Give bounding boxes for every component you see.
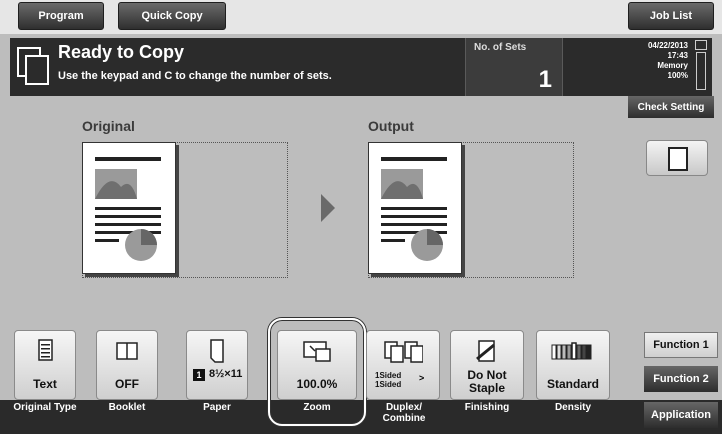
zoom-button[interactable]: 100.0% bbox=[277, 330, 357, 400]
top-bar: Program Quick Copy Job List bbox=[0, 0, 722, 34]
quick-copy-button[interactable]: Quick Copy bbox=[118, 2, 226, 30]
program-button[interactable]: Program bbox=[18, 2, 104, 30]
status-bar: Ready to Copy Use the keypad and C to ch… bbox=[10, 38, 712, 96]
original-type-button[interactable]: Text bbox=[14, 330, 76, 400]
duplex-arrow-icon: > bbox=[419, 373, 425, 383]
application-tab[interactable]: Application bbox=[644, 402, 718, 428]
function-1-tab[interactable]: Function 1 bbox=[644, 332, 718, 358]
date-text: 04/22/2013 bbox=[647, 41, 688, 50]
output-arrow-icon bbox=[321, 194, 335, 222]
staple-icon bbox=[476, 340, 495, 362]
output-label: Output bbox=[368, 118, 414, 134]
job-list-button[interactable]: Job List bbox=[628, 2, 714, 30]
booklet-button[interactable]: OFF bbox=[96, 330, 158, 400]
page-content-icon bbox=[95, 157, 161, 261]
original-page-preview bbox=[82, 142, 176, 274]
paper-icon bbox=[210, 339, 224, 363]
status-title: Ready to Copy bbox=[58, 42, 185, 62]
memory-label: Memory bbox=[657, 61, 688, 70]
booklet-caption: Booklet bbox=[108, 402, 146, 413]
page-icon bbox=[668, 147, 688, 171]
duplex-output-value: 1Sided bbox=[375, 380, 402, 389]
time-text: 17:43 bbox=[667, 51, 688, 60]
text-document-icon bbox=[38, 339, 53, 361]
booklet-icon bbox=[116, 342, 138, 360]
density-button[interactable]: Standard bbox=[536, 330, 610, 400]
density-value: Standard bbox=[546, 377, 599, 391]
duplex-source-value: 1Sided bbox=[375, 371, 402, 380]
zoom-icon bbox=[303, 341, 331, 362]
check-setting-button[interactable]: Check Setting bbox=[628, 96, 714, 118]
output-page-preview bbox=[368, 142, 462, 274]
duplex-caption: Duplex/ Combine bbox=[370, 402, 438, 424]
sets-label: No. of Sets bbox=[474, 42, 527, 53]
paper-caption: Paper bbox=[203, 402, 231, 413]
paper-value: 8½×11 bbox=[209, 368, 243, 380]
finishing-button[interactable]: Do Not Staple bbox=[450, 330, 524, 400]
page-content-icon bbox=[381, 157, 447, 261]
density-scale-icon bbox=[551, 342, 592, 360]
booklet-value: OFF bbox=[115, 377, 139, 391]
duplex-caption-line2: Combine bbox=[382, 413, 426, 424]
copy-screen: Program Quick Copy Job List Ready to Cop… bbox=[0, 0, 722, 434]
status-message: Use the keypad and C to change the numbe… bbox=[58, 70, 332, 82]
memory-value: 100% bbox=[667, 71, 688, 80]
page-view-button[interactable] bbox=[646, 140, 708, 176]
zoom-value: 100.0% bbox=[296, 377, 338, 391]
zoom-caption: Zoom bbox=[303, 402, 331, 413]
paper-button[interactable]: 1 8½×11 bbox=[186, 330, 248, 400]
number-of-sets[interactable]: No. of Sets 1 bbox=[465, 38, 563, 96]
original-type-caption: Original Type bbox=[13, 402, 77, 413]
tray-badge: 1 bbox=[193, 369, 205, 381]
density-caption: Density bbox=[554, 402, 592, 413]
original-label: Original bbox=[82, 118, 135, 134]
original-type-value: Text bbox=[33, 377, 57, 391]
finishing-caption: Finishing bbox=[464, 402, 510, 413]
device-status: 04/22/2013 17:43 Memory 100% bbox=[628, 38, 712, 96]
sets-value: 1 bbox=[538, 66, 552, 93]
duplex-combine-button[interactable]: 1Sided 1Sided > bbox=[366, 330, 440, 400]
keyboard-icon bbox=[695, 40, 707, 50]
duplex-caption-line1: Duplex/ bbox=[385, 402, 423, 413]
finishing-value-line2: Staple bbox=[468, 381, 505, 395]
function-2-tab[interactable]: Function 2 bbox=[644, 366, 718, 392]
duplex-icon bbox=[384, 341, 423, 363]
memory-gauge bbox=[696, 52, 706, 90]
copy-document-icon bbox=[17, 47, 49, 85]
